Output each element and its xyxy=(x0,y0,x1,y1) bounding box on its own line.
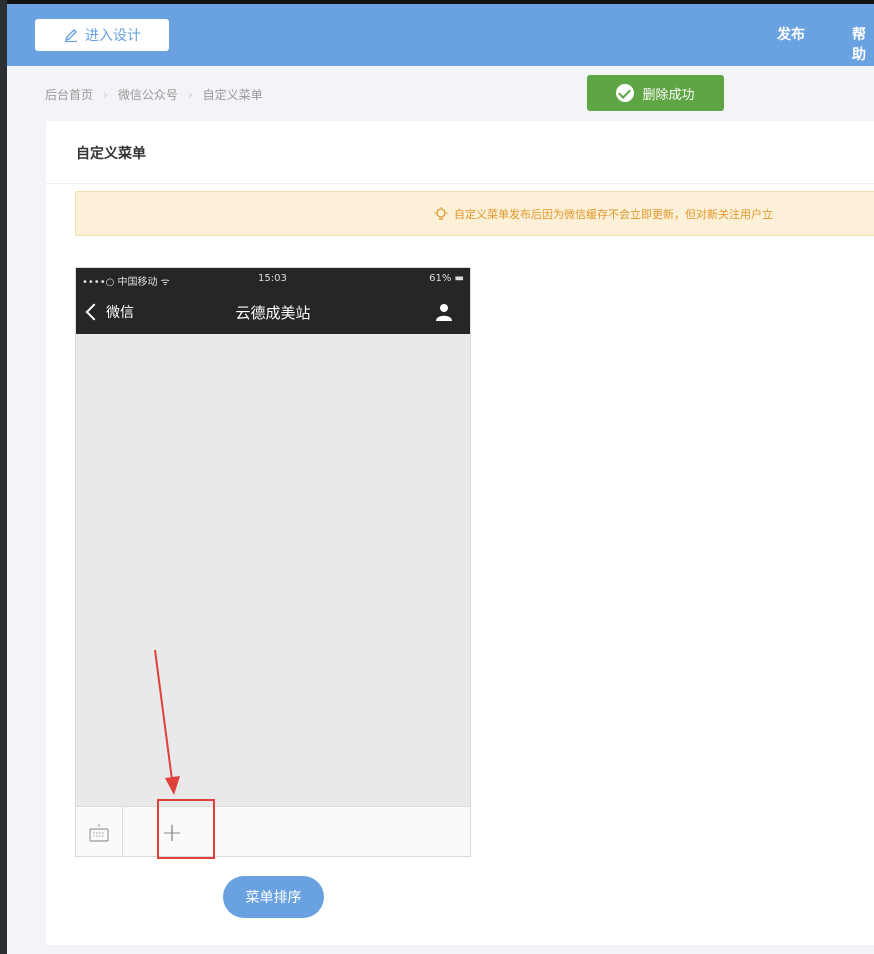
breadcrumb-home[interactable]: 后台首页 xyxy=(45,86,93,103)
breadcrumb-separator-icon: › xyxy=(103,87,108,102)
enter-design-button[interactable]: 进入设计 xyxy=(35,19,169,51)
enter-design-label: 进入设计 xyxy=(85,28,141,44)
breadcrumb: 后台首页 › 微信公众号 › 自定义菜单 xyxy=(45,86,263,103)
nav-publish[interactable]: 发布 xyxy=(777,24,805,44)
app-window: 进入设计 发布 帮助 后台首页 › 微信公众号 › 自定义菜单 删除成功 自定义… xyxy=(0,0,874,954)
phone-status-bar: ••••○ 中国移动 ᯤ 15:03 61% ▬ xyxy=(76,268,470,290)
notice-banner: 自定义菜单发布后因为微信缓存不会立即更新，但对新关注用户立 xyxy=(75,191,874,236)
breadcrumb-wechat[interactable]: 微信公众号 xyxy=(118,86,178,103)
phone-preview: ••••○ 中国移动 ᯤ 15:03 61% ▬ 微信 云德成美站 + xyxy=(75,267,471,857)
red-arrow-annotation xyxy=(154,649,180,795)
nav-help[interactable]: 帮助 xyxy=(852,24,874,64)
lightbulb-icon xyxy=(434,207,448,220)
keyboard-icon xyxy=(89,823,109,842)
check-circle-icon xyxy=(616,84,635,102)
custom-menu-bar: + xyxy=(76,806,470,856)
user-icon[interactable] xyxy=(434,302,454,322)
breadcrumb-custom-menu: 自定义菜单 xyxy=(202,88,263,102)
battery-label: 61% ▬ xyxy=(429,273,464,284)
breadcrumb-separator-icon: › xyxy=(187,87,193,102)
notice-text: 自定义菜单发布后因为微信缓存不会立即更新，但对新关注用户立 xyxy=(454,208,773,221)
page-title: 自定义菜单 xyxy=(76,146,146,162)
phone-nav-bar: 微信 云德成美站 xyxy=(76,290,470,334)
notice-content: 自定义菜单发布后因为微信缓存不会立即更新，但对新关注用户立 xyxy=(434,206,773,222)
title-divider xyxy=(46,183,874,184)
toast-text: 删除成功 xyxy=(642,87,695,103)
status-time: 15:03 xyxy=(258,273,287,284)
menu-sort-button[interactable]: 菜单排序 xyxy=(223,876,324,918)
keyboard-toggle[interactable] xyxy=(76,807,123,856)
success-toast: 删除成功 xyxy=(587,75,724,111)
carrier-label: ••••○ 中国移动 ᯤ xyxy=(82,277,170,288)
top-nav-bar: 进入设计 发布 帮助 xyxy=(7,4,874,66)
account-title: 云德成美站 xyxy=(235,304,311,322)
pencil-icon xyxy=(64,29,77,43)
highlight-box-annotation xyxy=(157,799,215,859)
left-sidebar-edge xyxy=(0,0,7,954)
